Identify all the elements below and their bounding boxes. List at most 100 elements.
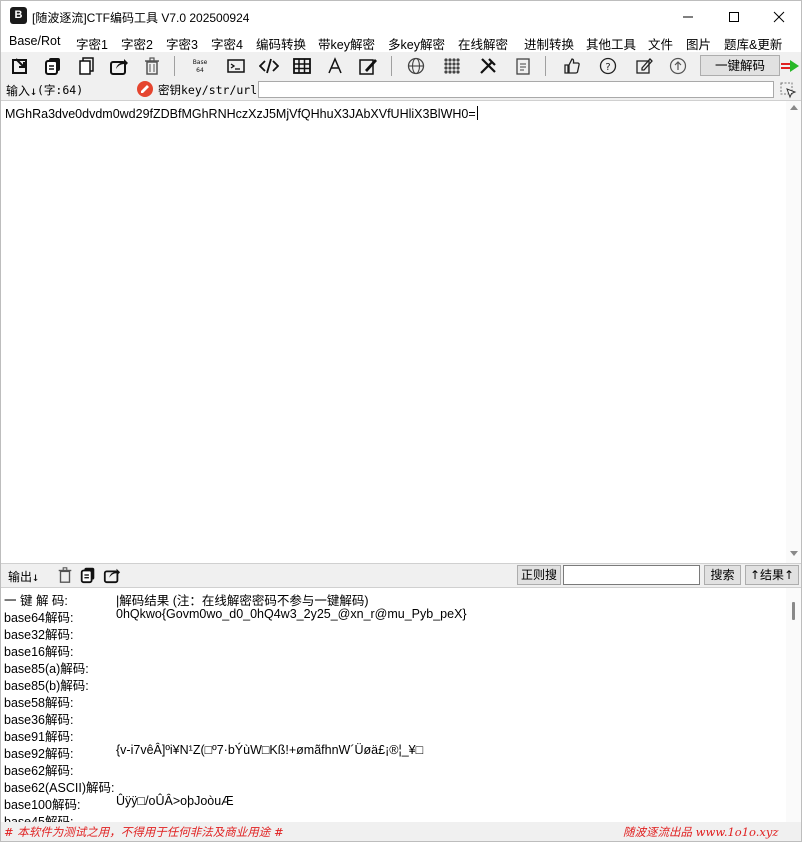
input-char-count: (字:64) (37, 83, 84, 97)
menu-file[interactable]: 文件 (648, 34, 673, 53)
menu-zimi3[interactable]: 字密3 (166, 34, 198, 53)
menu-multikey-decrypt[interactable]: 多key解密 (388, 34, 445, 53)
svg-text:64: 64 (196, 67, 204, 74)
input-content: MGhRa3dve0dvdm0wd29fZDBfMGhRNHczXzJ5MjVf… (5, 106, 478, 121)
toolbar-separator (174, 56, 175, 76)
font-icon[interactable] (325, 56, 345, 76)
notes-icon[interactable] (513, 56, 533, 76)
decode-value-text: 0hQkwo{Govm0wo_d0_0hQ4w3_2y25_@xn_r@mu_P… (116, 607, 467, 621)
menu-bar: Base/Rot 字密1 字密2 字密3 字密4 编码转换 带key解密 多ke… (1, 32, 801, 52)
clear-output-icon[interactable] (56, 566, 74, 584)
output-row: base45解码: (1, 810, 786, 822)
menu-other-tools[interactable]: 其他工具 (586, 34, 636, 53)
maximize-button[interactable] (711, 1, 757, 32)
toolbar: Base 64 ? 一键解码 (1, 52, 801, 79)
menu-online-decrypt[interactable]: 在线解密 (458, 34, 508, 53)
app-logo-icon: B (10, 7, 27, 24)
decode-value: {v-i7vêÂ]ºi¥N¹Z(□º7·bÝùW□Kß!+ømãfhnW´Üøä… (116, 743, 423, 757)
input-label: 输入↓ (6, 84, 38, 98)
output-row: base64解码: 0hQkwo{Govm0wo_d0_0hQ4w3_2y25_… (1, 606, 786, 625)
globe-icon[interactable] (406, 56, 426, 76)
grid-icon[interactable] (292, 56, 312, 76)
help-icon[interactable]: ? (598, 56, 618, 76)
svg-text:Base: Base (193, 59, 208, 66)
window-title: [随波逐流]CTF编码工具 V7.0 202500924 (32, 11, 250, 25)
decode-value: 0hQkwo{Govm0wo_d0_0hQ4w3_2y25_@xn_r@mu_P… (116, 607, 467, 621)
import-icon[interactable] (10, 56, 30, 76)
output-label: 输出↓ (8, 570, 40, 584)
thumbs-up-icon[interactable] (562, 56, 582, 76)
copy-icon[interactable] (43, 56, 63, 76)
key-input[interactable] (258, 81, 774, 98)
maximize-icon (729, 12, 739, 22)
output-row: base62(ASCII)解码: (1, 776, 786, 795)
edit-icon[interactable] (634, 56, 654, 76)
output-row: base32解码: (1, 623, 786, 642)
output-row: base36解码: (1, 708, 786, 727)
output-scrollbar[interactable] (786, 588, 801, 822)
trash-icon[interactable] (142, 56, 162, 76)
arrow-up-circle-icon[interactable] (668, 56, 688, 76)
menu-base-rot[interactable]: Base/Rot (9, 34, 60, 48)
minimize-icon (683, 16, 693, 18)
toolbar-separator (391, 56, 392, 76)
scroll-down-icon[interactable] (790, 551, 798, 556)
scroll-up-icon[interactable] (790, 105, 798, 110)
terminal-icon[interactable] (226, 56, 246, 76)
copy-output-icon[interactable] (79, 566, 97, 584)
menu-base-convert[interactable]: 进制转换 (524, 34, 574, 53)
output-row: base92解码: {v-i7vêÂ]ºi¥N¹Z(□º7·bÝùW□Kß!+ø… (1, 742, 786, 761)
status-bar: # 本软件为测试之用，不得用于任何非法及商业用途 # 随波逐流出品 www.1o… (1, 822, 801, 841)
tools-icon[interactable] (478, 56, 498, 76)
svg-text:?: ? (605, 62, 610, 73)
decode-label: base45解码: (4, 815, 74, 822)
run-arrow-icon[interactable] (781, 56, 801, 76)
menu-zimi4[interactable]: 字密4 (211, 34, 243, 53)
close-icon (773, 11, 785, 23)
regex-search-button[interactable]: 正则搜 (517, 565, 561, 585)
output-row: base58解码: (1, 691, 786, 710)
edit-doc-icon[interactable] (358, 56, 378, 76)
app-window: B [随波逐流]CTF编码工具 V7.0 202500924 Base/Rot … (0, 0, 802, 842)
output-row: base85(b)解码: (1, 674, 786, 693)
output-row: base91解码: (1, 725, 786, 744)
one-click-decode-button[interactable]: 一键解码 (700, 55, 780, 76)
toolbar-separator (545, 56, 546, 76)
input-scrollbar[interactable] (786, 101, 801, 563)
decode-value-text: {v-i7vêÂ]ºi¥N¹Z(□º7·bÝùW□Kß!+ømãfhnW´Üøä… (116, 743, 424, 757)
key-label: 密钥key/str/url: (158, 83, 265, 97)
decode-value: Ûÿÿ□/oÛÂ>oþJoòuÆ (116, 794, 234, 808)
output-row: base16解码: (1, 640, 786, 659)
share-icon[interactable] (109, 56, 129, 76)
input-textarea[interactable]: MGhRa3dve0dvdm0wd29fZDBfMGhRNHczXzJ5MjVf… (1, 100, 801, 564)
code-icon[interactable] (259, 56, 279, 76)
dots-grid-icon[interactable] (442, 56, 462, 76)
menu-zimi2[interactable]: 字密2 (121, 34, 153, 53)
output-row: base100解码: Ûÿÿ□/oÛÂ>oþJoòuÆ (1, 793, 786, 812)
output-row: 一 键 解 码: |解码结果 (注：在线解密密码不参与一键解码) (1, 589, 786, 608)
select-cursor-icon[interactable] (779, 81, 797, 99)
menu-key-decrypt[interactable]: 带key解密 (318, 34, 375, 53)
menu-encode-convert[interactable]: 编码转换 (256, 34, 306, 53)
credit-text: 随波逐流出品 www.1o1o.xyz (623, 825, 779, 839)
close-button[interactable] (756, 1, 802, 32)
result-up-button[interactable]: ↑结果↑ (745, 565, 799, 585)
share-output-icon[interactable] (103, 566, 121, 584)
menu-zimi1[interactable]: 字密1 (76, 34, 108, 53)
minimize-button[interactable] (665, 1, 711, 32)
title-bar: B [随波逐流]CTF编码工具 V7.0 202500924 (1, 1, 801, 32)
output-header: 输出↓ 正则搜 搜索 ↑结果↑ (1, 564, 801, 587)
output-row: base62解码: (1, 759, 786, 778)
output-row: base85(a)解码: (1, 657, 786, 676)
menu-library-update[interactable]: 题库&更新 (724, 34, 782, 53)
base-encode-icon[interactable]: Base 64 (190, 56, 210, 76)
text-caret (476, 106, 478, 120)
search-button[interactable]: 搜索 (704, 565, 741, 585)
search-input[interactable] (563, 565, 700, 585)
paste-icon[interactable] (77, 56, 97, 76)
output-textarea[interactable]: 一 键 解 码: |解码结果 (注：在线解密密码不参与一键解码) base64解… (1, 587, 801, 822)
menu-image[interactable]: 图片 (686, 34, 711, 53)
scroll-thumb[interactable] (792, 602, 795, 620)
key-edit-icon[interactable] (137, 81, 153, 97)
disclaimer-text: # 本软件为测试之用，不得用于任何非法及商业用途 # (4, 825, 284, 839)
